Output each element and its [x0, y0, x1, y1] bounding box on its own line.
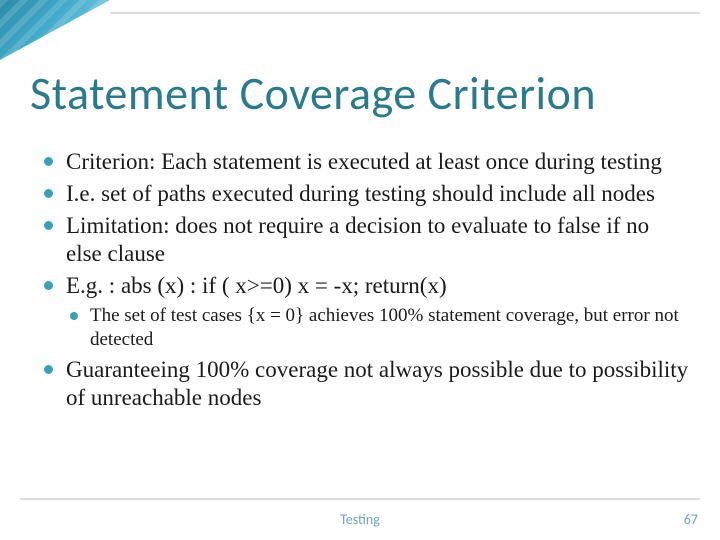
top-divider	[110, 12, 700, 14]
slide-title: Statement Coverage Criterion	[30, 66, 700, 122]
page-number: 67	[684, 511, 698, 528]
slide-body: Criterion: Each statement is executed at…	[40, 148, 690, 416]
footer-label: Testing	[0, 511, 720, 528]
bullet-text: E.g. : abs (x) : if ( x>=0) x = -x; retu…	[66, 273, 447, 298]
bullet-text: The set of test cases {x = 0} achieves 1…	[90, 305, 679, 350]
list-item: Limitation: does not require a decision …	[40, 212, 690, 268]
bullet-text: Limitation: does not require a decision …	[66, 213, 649, 266]
corner-accent-decoration	[0, 0, 110, 60]
bullet-text: Criterion: Each statement is executed at…	[66, 149, 662, 174]
list-item: I.e. set of paths executed during testin…	[40, 180, 690, 208]
list-item: E.g. : abs (x) : if ( x>=0) x = -x; retu…	[40, 272, 690, 352]
bullet-text: Guaranteeing 100% coverage not always po…	[66, 357, 688, 410]
list-item: The set of test cases {x = 0} achieves 1…	[66, 304, 690, 352]
list-item: Criterion: Each statement is executed at…	[40, 148, 690, 176]
bullet-text: I.e. set of paths executed during testin…	[66, 181, 655, 206]
bullet-list: Criterion: Each statement is executed at…	[40, 148, 690, 412]
list-item: Guaranteeing 100% coverage not always po…	[40, 356, 690, 412]
bottom-divider	[20, 498, 700, 500]
slide: Statement Coverage Criterion Criterion: …	[0, 0, 720, 540]
sub-bullet-list: The set of test cases {x = 0} achieves 1…	[66, 304, 690, 352]
